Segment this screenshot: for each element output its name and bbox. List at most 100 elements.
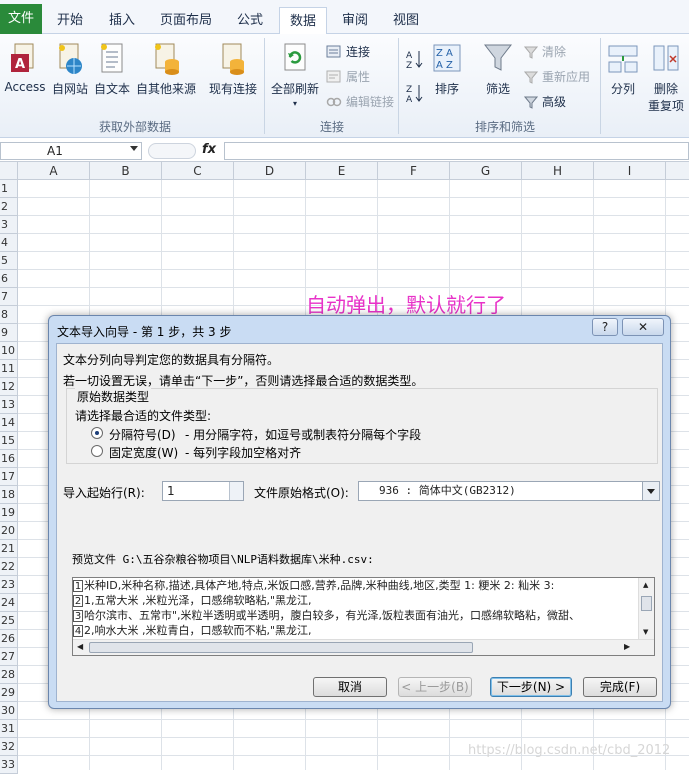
row-header[interactable]: 7	[0, 288, 18, 306]
from-text-button[interactable]: 自文本	[92, 42, 132, 97]
column-header[interactable]: G	[450, 162, 522, 180]
row-header[interactable]: 5	[0, 252, 18, 270]
scroll-thumb[interactable]	[641, 596, 652, 611]
column-header[interactable]	[666, 162, 689, 180]
scroll-thumb[interactable]	[89, 642, 473, 653]
formula-input[interactable]	[224, 142, 689, 160]
row-header[interactable]: 20	[0, 522, 18, 540]
tab-insert[interactable]: 插入	[100, 7, 144, 34]
row-header[interactable]: 4	[0, 234, 18, 252]
chevron-down-icon[interactable]	[130, 146, 138, 151]
clear-filter-button[interactable]: 清除	[524, 43, 566, 60]
finish-button[interactable]: 完成(F)	[583, 677, 657, 697]
row-header[interactable]: 16	[0, 450, 18, 468]
file-origin-select[interactable]: 936 : 简体中文(GB2312)	[358, 481, 660, 501]
row-header[interactable]: 14	[0, 414, 18, 432]
row-header[interactable]: 19	[0, 504, 18, 522]
scroll-down-icon[interactable]: ▼	[643, 628, 648, 636]
row-header[interactable]: 10	[0, 342, 18, 360]
insert-function-icon[interactable]: fx	[202, 142, 216, 157]
row-header[interactable]: 27	[0, 648, 18, 666]
row-header[interactable]: 15	[0, 432, 18, 450]
row-header[interactable]: 25	[0, 612, 18, 630]
reapply-button[interactable]: 重新应用	[524, 68, 590, 85]
from-access-button[interactable]: A Access	[2, 42, 48, 94]
refresh-icon	[284, 43, 306, 71]
column-header[interactable]: B	[90, 162, 162, 180]
formula-separator-handle[interactable]	[148, 143, 196, 159]
column-header[interactable]: H	[522, 162, 594, 180]
delimited-radio[interactable]	[91, 427, 103, 439]
help-button[interactable]: ?	[592, 318, 618, 336]
text-to-columns-button[interactable]: 分列	[604, 42, 642, 97]
row-header[interactable]: 23	[0, 576, 18, 594]
refresh-all-button[interactable]: 全部刷新 ▾	[268, 42, 322, 108]
back-button[interactable]: < 上一步(B)	[398, 677, 472, 697]
tab-view[interactable]: 视图	[384, 7, 428, 34]
row-header[interactable]: 32	[0, 738, 18, 756]
row-header[interactable]: 1	[0, 180, 18, 198]
row-header[interactable]: 30	[0, 702, 18, 720]
preview-horizontal-scrollbar[interactable]: ◀ ▶	[73, 639, 654, 655]
column-header[interactable]: F	[378, 162, 450, 180]
row-header[interactable]: 13	[0, 396, 18, 414]
select-all-corner[interactable]	[0, 162, 18, 180]
column-header[interactable]: E	[306, 162, 378, 180]
tab-home[interactable]: 开始	[48, 7, 92, 34]
scroll-up-icon[interactable]: ▲	[643, 581, 648, 589]
row-header[interactable]: 31	[0, 720, 18, 738]
column-header[interactable]: D	[234, 162, 306, 180]
from-web-button[interactable]: 自网站	[50, 42, 90, 97]
fixed-width-label[interactable]: 固定宽度(W)	[109, 444, 178, 461]
tab-formulas[interactable]: 公式	[228, 7, 272, 34]
remove-duplicates-button[interactable]: 删除 重复项	[644, 42, 688, 114]
row-header[interactable]: 9	[0, 324, 18, 342]
edit-links-button[interactable]: 编辑链接	[326, 93, 394, 110]
row-header[interactable]: 17	[0, 468, 18, 486]
chevron-down-icon[interactable]	[642, 482, 659, 500]
column-header[interactable]: I	[594, 162, 666, 180]
next-button[interactable]: 下一步(N) >	[490, 677, 572, 697]
tab-data[interactable]: 数据	[279, 7, 327, 35]
sort-descending-button[interactable]: ZA	[404, 82, 426, 107]
sort-button[interactable]: Z AA Z 排序	[430, 42, 464, 97]
row-header[interactable]: 29	[0, 684, 18, 702]
row-header[interactable]: 3	[0, 216, 18, 234]
row-header[interactable]: 2	[0, 198, 18, 216]
advanced-filter-button[interactable]: 高级	[524, 93, 566, 110]
cancel-button[interactable]: 取消	[313, 677, 387, 697]
preview-box[interactable]: 1 米种ID,米种名称,描述,具体产地,特点,米饭口感,营养,品牌,米种曲线,地区…	[72, 577, 655, 656]
row-header[interactable]: 28	[0, 666, 18, 684]
row-header[interactable]: 24	[0, 594, 18, 612]
row-header[interactable]: 21	[0, 540, 18, 558]
row-header[interactable]: 26	[0, 630, 18, 648]
from-other-sources-button[interactable]: 自其他来源	[134, 42, 198, 97]
preview-vertical-scrollbar[interactable]: ▲ ▼	[638, 578, 654, 641]
connections-button[interactable]: 连接	[326, 43, 370, 60]
name-box[interactable]: A1	[0, 142, 142, 160]
properties-button[interactable]: 属性	[326, 68, 370, 85]
close-button[interactable]: ✕	[622, 318, 664, 336]
tab-page-layout[interactable]: 页面布局	[152, 7, 220, 34]
fixed-width-radio[interactable]	[91, 445, 103, 457]
filter-button[interactable]: 筛选	[478, 42, 518, 97]
delimited-label[interactable]: 分隔符号(D)	[109, 426, 176, 443]
row-header[interactable]: 22	[0, 558, 18, 576]
column-header[interactable]: A	[18, 162, 90, 180]
row-header[interactable]: 8	[0, 306, 18, 324]
stepper-down-icon[interactable]	[229, 491, 243, 500]
stepper-up-icon[interactable]	[229, 482, 243, 491]
start-row-stepper[interactable]: 1	[162, 481, 244, 501]
column-header[interactable]: C	[162, 162, 234, 180]
sort-ascending-button[interactable]: AZ	[404, 48, 426, 73]
scroll-left-icon[interactable]: ◀	[77, 642, 83, 651]
tab-file[interactable]: 文件	[0, 4, 42, 34]
existing-connections-button[interactable]: 现有连接	[206, 42, 260, 97]
scroll-right-icon[interactable]: ▶	[624, 642, 630, 651]
row-header[interactable]: 33	[0, 756, 18, 774]
row-header[interactable]: 11	[0, 360, 18, 378]
tab-review[interactable]: 审阅	[333, 7, 377, 34]
row-header[interactable]: 18	[0, 486, 18, 504]
row-header[interactable]: 6	[0, 270, 18, 288]
row-header[interactable]: 12	[0, 378, 18, 396]
